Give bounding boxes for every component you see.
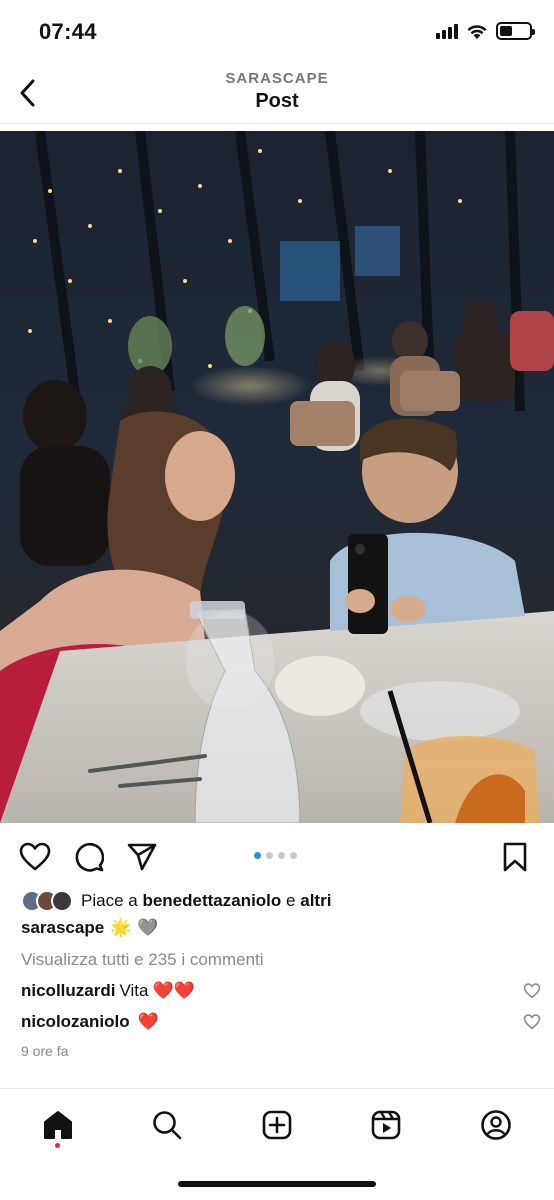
comment-row: nicolluzardi Vita ❤️❤️ <box>21 981 541 1001</box>
save-button[interactable] <box>498 840 532 874</box>
comment-row: nicolozaniolo ❤️ <box>21 1012 541 1032</box>
status-icons <box>436 22 535 40</box>
search-icon <box>153 1111 182 1140</box>
status-time: 07:44 <box>39 19 97 44</box>
likes-prefix: Piace a <box>81 891 138 910</box>
post-caption: sarascape 🌟 🩶 <box>21 918 159 938</box>
home-icon <box>44 1111 72 1139</box>
avatar <box>51 890 73 912</box>
battery-icon <box>496 22 535 40</box>
heart-icon <box>523 983 541 999</box>
liker-avatars <box>21 890 73 912</box>
comment-bubble-icon <box>75 842 104 872</box>
like-button[interactable] <box>18 840 52 874</box>
likes-summary[interactable]: Piace a benedettazaniolo e altri <box>21 890 331 912</box>
carousel-dot <box>290 852 297 859</box>
signal-icon <box>436 23 458 39</box>
caption-emoji-star: 🌟 <box>110 918 132 937</box>
notification-dot <box>55 1143 60 1148</box>
status-bar: 07:44 <box>0 0 554 62</box>
comment-emoji: ❤️ <box>137 1012 159 1031</box>
comment-like-button[interactable] <box>523 983 541 1004</box>
comment-user[interactable]: nicolozaniolo <box>21 1012 130 1032</box>
post-image <box>0 131 554 823</box>
caption-emoji-heart: 🩶 <box>137 918 159 937</box>
reels-icon <box>371 1110 401 1140</box>
paper-plane-icon <box>127 843 157 871</box>
post-timestamp: 9 ore fa <box>21 1043 69 1059</box>
nav-reels[interactable] <box>366 1105 406 1145</box>
home-indicator <box>178 1181 376 1187</box>
caption-user[interactable]: sarascape <box>21 918 104 938</box>
share-button[interactable] <box>125 840 159 874</box>
nav-profile[interactable] <box>476 1105 516 1145</box>
comment-emoji: ❤️❤️ <box>152 981 195 1000</box>
likes-connector: e <box>286 891 296 910</box>
carousel-dot <box>254 852 261 859</box>
nav-create[interactable] <box>257 1105 297 1145</box>
header-username: SARASCAPE <box>225 70 329 87</box>
bookmark-icon <box>503 842 527 872</box>
post-header: SARASCAPE Post <box>0 62 554 124</box>
profile-icon <box>481 1110 511 1140</box>
view-all-comments-link[interactable]: Visualizza tutti e 235 i commenti <box>21 950 264 970</box>
comment-like-button[interactable] <box>523 1014 541 1035</box>
comment-text: Vita <box>119 981 149 1000</box>
likes-others[interactable]: altri <box>300 891 331 911</box>
heart-icon <box>19 842 51 871</box>
comment-user[interactable]: nicolluzardi <box>21 981 115 1001</box>
carousel-dot <box>278 852 285 859</box>
likes-user[interactable]: benedettazaniolo <box>142 891 281 911</box>
post-photo[interactable] <box>0 131 554 823</box>
comment-button[interactable] <box>72 840 106 874</box>
carousel-dot <box>266 852 273 859</box>
nav-home[interactable] <box>38 1105 78 1145</box>
create-icon <box>262 1110 292 1140</box>
nav-search[interactable] <box>147 1105 187 1145</box>
heart-icon <box>523 1014 541 1030</box>
carousel-indicator <box>254 852 297 859</box>
action-row <box>0 838 554 878</box>
page-title: Post <box>255 90 299 112</box>
wifi-icon <box>467 24 487 39</box>
